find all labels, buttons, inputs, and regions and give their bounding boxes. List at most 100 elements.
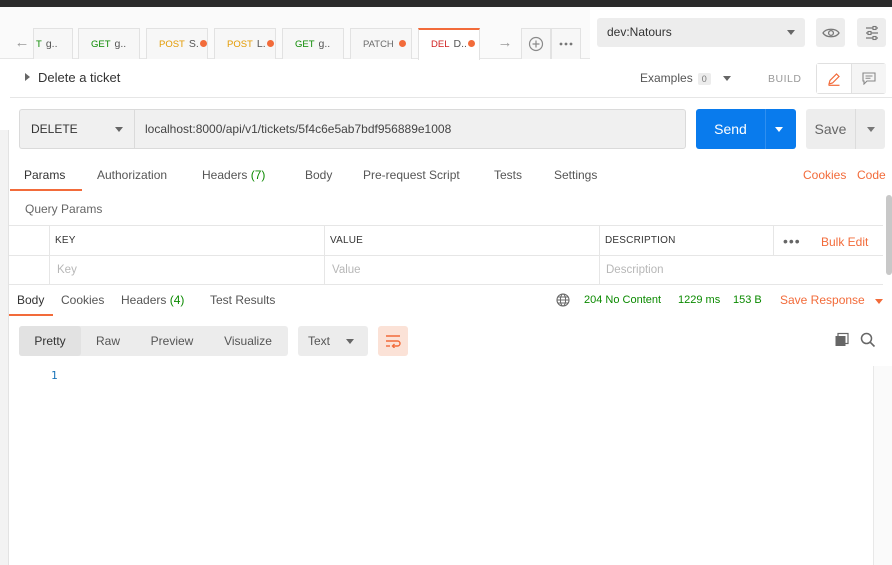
value-column-header: VALUE [330,235,364,246]
tab-headers[interactable]: Headers (7) [202,168,265,182]
view-mode-raw[interactable]: Raw [81,326,135,356]
response-body-editor[interactable]: 1 [9,364,873,565]
edit-mode-button[interactable] [817,64,852,93]
tab-name: g.. [318,38,331,50]
examples-count-badge: 0 [697,73,711,85]
more-horizontal-icon [559,42,573,46]
request-title-row: Delete a ticket Examples 0 BUILD [10,60,892,98]
tab-name: L. [256,38,266,50]
request-tab[interactable]: PATCH [350,28,412,59]
request-tabs: Params Authorization Headers (7) Body Pr… [10,160,892,191]
unsaved-dot-icon [199,40,207,47]
chevron-down-icon [346,339,354,344]
response-tab-cookies[interactable]: Cookies [61,293,104,307]
examples-label: Examples [640,71,693,85]
plus-circle-icon [528,36,544,52]
send-label[interactable]: Send [696,109,765,149]
chevron-down-icon [115,127,123,132]
tab-pre-request-script[interactable]: Pre-request Script [363,168,460,182]
manage-environments-button[interactable] [857,18,886,47]
table-header-row: KEY VALUE DESCRIPTION ••• Bulk Edit [9,226,883,256]
tab-method: GET [91,39,111,50]
tab-options-button[interactable] [551,28,581,59]
view-mode-toggle [816,63,886,94]
response-tab-body[interactable]: Body [17,293,44,307]
copy-icon[interactable] [834,332,850,351]
view-mode-visualize[interactable]: Visualize [211,326,285,356]
unsaved-dot-icon [398,40,406,47]
editor-scrollbar[interactable] [873,366,892,565]
tab-settings[interactable]: Settings [554,168,597,182]
response-size[interactable]: 153 B [733,294,762,306]
response-headers-count: (4) [169,293,185,307]
value-input[interactable]: Value [332,264,361,276]
globe-icon[interactable] [556,293,570,310]
environment-label: dev:Natours [607,25,672,39]
examples-dropdown[interactable]: Examples 0 [640,71,711,85]
save-label[interactable]: Save [806,109,855,149]
url-text: localhost:8000/api/v1/tickets/5f4c6e5ab7… [145,122,452,136]
chevron-down-icon[interactable] [875,299,883,304]
tab-body[interactable]: Body [305,168,332,182]
view-mode-preview[interactable]: Preview [139,326,205,356]
request-tab-active[interactable]: DEL D.. [418,28,480,60]
left-sidebar-edge [0,130,9,565]
method-select[interactable]: DELETE [19,109,134,149]
response-time[interactable]: 1229 ms [678,294,720,306]
tab-name: D.. [453,38,467,50]
column-divider [773,226,774,256]
response-tab-headers[interactable]: Headers (4) [121,293,184,307]
save-button[interactable]: Save [806,109,885,149]
bulk-edit-link[interactable]: Bulk Edit [821,235,868,249]
eye-icon [821,28,840,37]
line-number: 1 [51,369,58,382]
chevron-down-icon[interactable] [775,127,783,132]
environment-select[interactable]: dev:Natours [597,18,805,47]
save-response-button[interactable]: Save Response [780,293,865,307]
response-type-select[interactable]: Text [298,326,368,356]
tab-scroll-left-icon[interactable]: ← [12,34,32,52]
documentation-button[interactable] [852,64,886,93]
chevron-down-icon[interactable] [723,76,731,81]
tab-params[interactable]: Params [24,168,65,182]
response-tabs: Body Cookies Headers (4) Test Results 20… [9,287,892,316]
tab-authorization[interactable]: Authorization [97,168,167,182]
search-icon[interactable] [860,332,876,351]
request-tab[interactable]: GET g.. [78,28,140,59]
wrap-lines-button[interactable] [378,326,408,356]
new-tab-button[interactable] [521,28,551,59]
request-tab-bar: ← Tg.. GET g.. POST S. POST L. GET g.. PATCH… [0,7,590,60]
request-tab[interactable]: Tg.. [33,28,73,59]
send-button[interactable]: Send [696,109,796,149]
status-code[interactable]: 204 No Content [584,294,661,306]
sliders-icon [865,25,878,40]
query-params-heading: Query Params [25,202,103,216]
tab-name: g.. [114,38,127,50]
params-scrollbar[interactable] [886,195,892,275]
unsaved-dot-icon [266,40,274,47]
key-input[interactable]: Key [57,264,77,276]
expand-triangle-icon[interactable] [25,73,30,81]
tab-tests[interactable]: Tests [494,168,522,182]
window-top-bar [0,0,892,7]
request-title[interactable]: Delete a ticket [38,70,120,85]
description-column-header: DESCRIPTION [605,235,676,246]
response-tab-test-results[interactable]: Test Results [210,293,275,307]
view-mode-pretty[interactable]: Pretty [19,326,81,356]
cookies-link[interactable]: Cookies [803,168,846,182]
request-tab[interactable]: POST S. [146,28,208,59]
more-horizontal-icon[interactable]: ••• [783,233,801,249]
request-tab[interactable]: POST L. [214,28,276,59]
tab-scroll-right-icon[interactable]: → [495,34,515,52]
request-tab[interactable]: GET g.. [282,28,344,59]
column-divider [49,226,50,285]
tab-method: POST [227,39,253,50]
url-input[interactable]: localhost:8000/api/v1/tickets/5f4c6e5ab7… [134,109,686,149]
headers-count: (7) [250,168,266,182]
description-input[interactable]: Description [606,264,664,276]
chevron-down-icon[interactable] [867,127,875,132]
tab-name: S. [188,38,199,50]
environment-quick-look-button[interactable] [816,18,845,47]
response-headers-label: Headers [121,293,167,307]
code-link[interactable]: Code [857,168,886,182]
